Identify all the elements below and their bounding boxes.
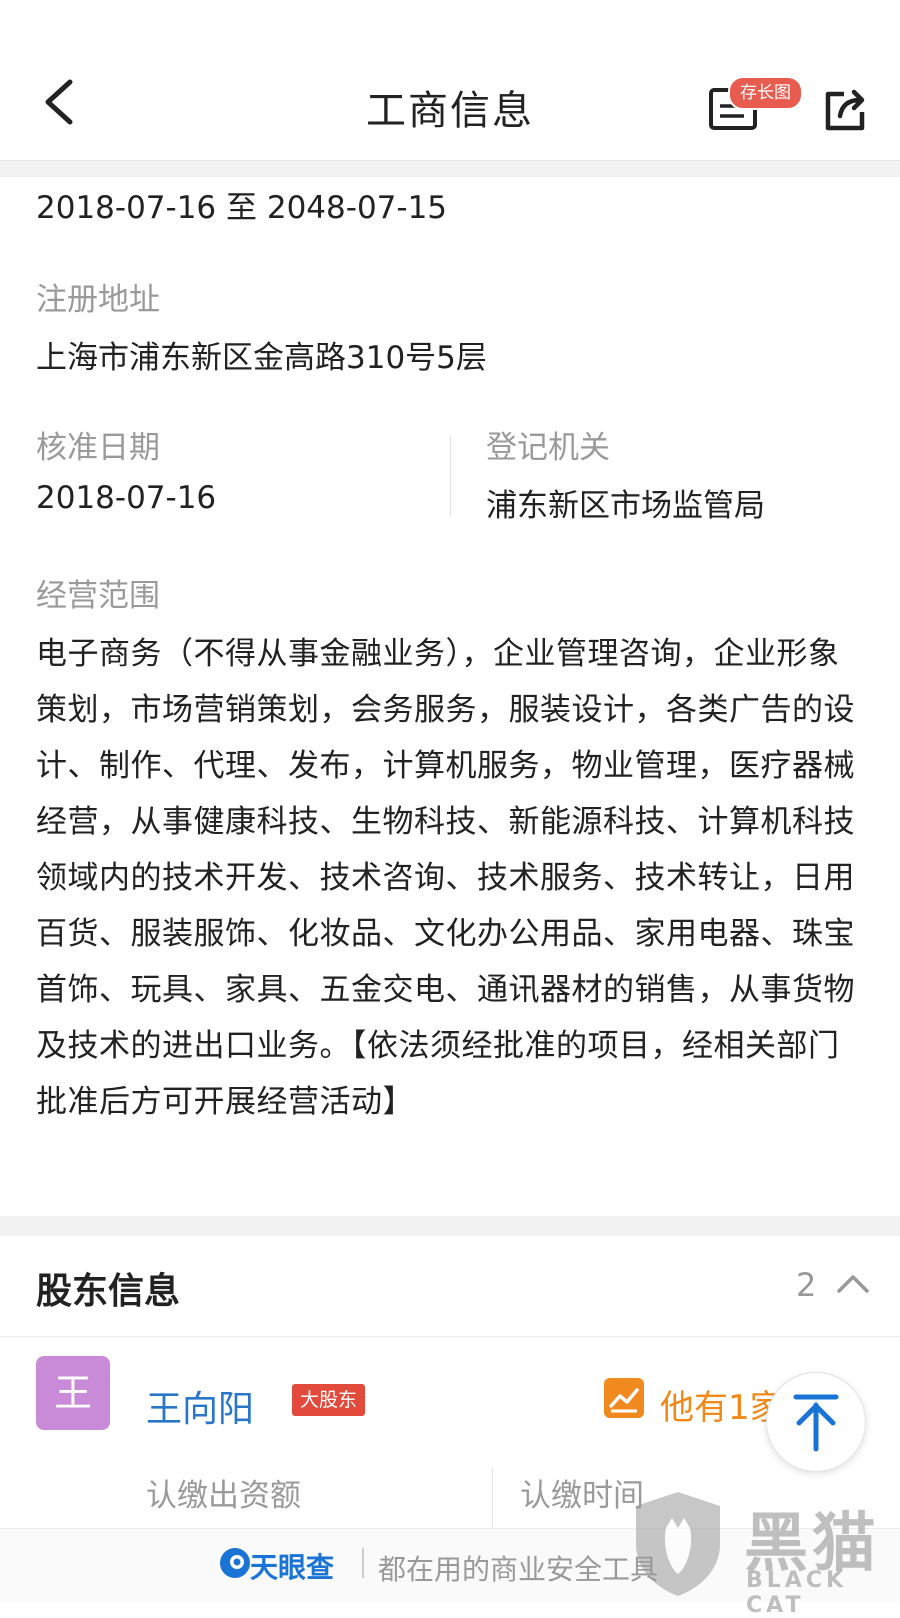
shareholders-count[interactable]: 2: [796, 1266, 816, 1304]
row-separator: [0, 1336, 900, 1337]
long-image-badge[interactable]: 存长图: [728, 76, 803, 110]
approval-date-label: 核准日期: [36, 430, 160, 466]
avatar[interactable]: 王: [36, 1356, 110, 1430]
column-divider: [492, 1468, 493, 1528]
column-divider: [450, 436, 451, 516]
footer-brand: 天眼查: [250, 1551, 335, 1584]
black-cat-shield-icon: [636, 1492, 720, 1596]
section-divider: [0, 1216, 900, 1236]
business-scope-label: 经营范围: [36, 578, 160, 614]
scroll-top-button[interactable]: [766, 1372, 866, 1472]
footer-divider: [362, 1548, 364, 1578]
tianyancha-logo-icon: [220, 1548, 250, 1578]
chevron-up-icon[interactable]: [836, 1272, 870, 1294]
business-scope-value: 电子商务（不得从事金融业务），企业管理咨询，企业形象策划，市场营销策划，会务服务…: [36, 636, 855, 1120]
business-term-value: 2018-07-16 至 2048-07-15: [36, 190, 448, 226]
subscribed-time-label: 认缴时间: [520, 1478, 644, 1514]
registration-authority-value: 浦东新区市场监管局: [486, 488, 765, 524]
footer-slogan: 都在用的商业安全工具: [378, 1553, 659, 1586]
registered-address-value: 上海市浦东新区金高路310号5层: [36, 340, 487, 376]
scroll-top-arrow-icon: [793, 1394, 839, 1452]
trend-icon[interactable]: [604, 1378, 644, 1418]
section-divider: [0, 161, 900, 177]
share-icon[interactable]: [822, 86, 870, 134]
watermark-text-en: BLACK CAT: [746, 1568, 848, 1618]
shareholder-name[interactable]: 王向阳: [146, 1380, 254, 1432]
registration-authority-label: 登记机关: [486, 430, 610, 466]
registered-address-label: 注册地址: [36, 282, 160, 318]
shareholders-title: 股东信息: [36, 1271, 181, 1312]
subscribed-amount-label: 认缴出资额: [146, 1478, 301, 1514]
major-shareholder-badge: 大股东: [292, 1384, 366, 1416]
approval-date-value: 2018-07-16: [36, 480, 217, 516]
